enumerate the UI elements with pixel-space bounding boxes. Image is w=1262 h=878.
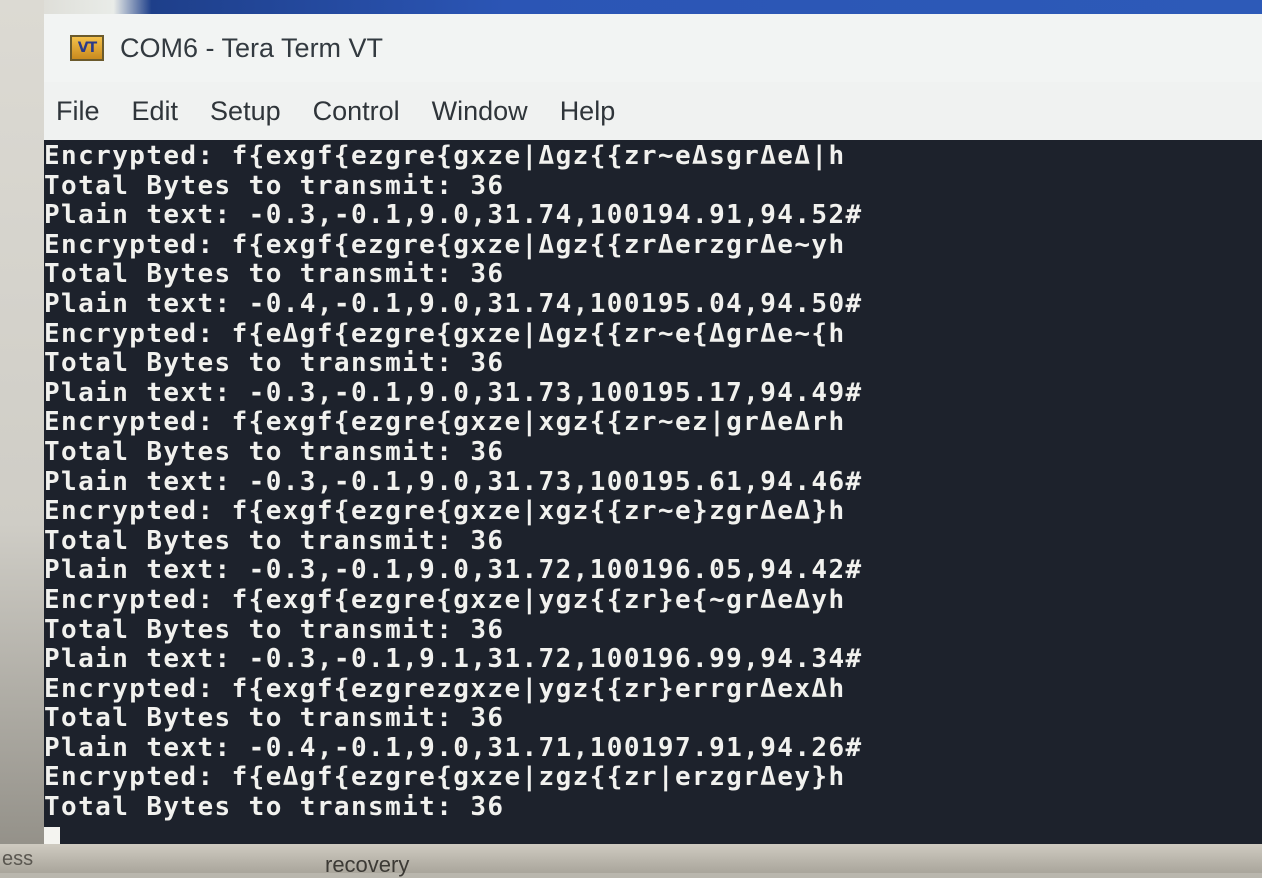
terminal-line: Total Bytes to transmit: 36 (44, 525, 505, 556)
background-text-fragment: ess (2, 848, 34, 870)
terminal-line: Total Bytes to transmit: 36 (44, 348, 505, 379)
menu-edit[interactable]: Edit (132, 96, 179, 127)
terminal-line: Encrypted: f{exgf{ezgre{gxze|Δgz{{zr~eΔs… (44, 141, 846, 171)
menu-control[interactable]: Control (313, 96, 400, 127)
text-cursor (44, 826, 60, 844)
window-title: COM6 - Tera Term VT (120, 32, 384, 63)
terminal-line: Encrypted: f{exgf{ezgre{gxze|ygz{{zr}e{~… (44, 584, 846, 615)
menu-setup[interactable]: Setup (210, 96, 281, 127)
terminal-line: Encrypted: f{eΔgf{ezgre{gxze|Δgz{{zr~e{Δ… (44, 318, 846, 349)
terminal-line: Plain text: -0.3,-0.1,9.0,31.73,100195.1… (44, 377, 863, 408)
terminal-prompt-line[interactable] (44, 823, 1262, 844)
teraterm-window: VT COM6 - Tera Term VT File Edit Setup C… (44, 14, 1262, 844)
terminal-line: Plain text: -0.3,-0.1,9.1,31.72,100196.9… (44, 644, 863, 675)
terminal-line: Total Bytes to transmit: 36 (44, 259, 505, 290)
terminal-line: Plain text: -0.3,-0.1,9.0,31.74,100194.9… (44, 200, 863, 231)
desktop-background-bottom (0, 844, 1262, 873)
teraterm-app-icon[interactable]: VT (70, 35, 104, 61)
terminal-line: Plain text: -0.4,-0.1,9.0,31.74,100195.0… (44, 288, 863, 319)
terminal-line: Total Bytes to transmit: 36 (44, 792, 505, 823)
desktop-background-left (0, 0, 44, 873)
terminal-line: Total Bytes to transmit: 36 (44, 614, 505, 645)
menu-file[interactable]: File (56, 96, 100, 127)
terminal-line: Total Bytes to transmit: 36 (44, 436, 505, 467)
terminal-line: Total Bytes to transmit: 36 (44, 703, 505, 734)
title-bar[interactable]: VT COM6 - Tera Term VT (44, 14, 1262, 82)
terminal-line: Encrypted: f{exgf{ezgrezgxze|ygz{{zr}err… (44, 673, 846, 704)
terminal-line: Encrypted: f{eΔgf{ezgre{gxze|zgz{{zr|erz… (44, 762, 846, 793)
terminal-line: Total Bytes to transmit: 36 (44, 170, 505, 201)
menu-bar: File Edit Setup Control Window Help (44, 82, 1262, 140)
terminal-line: Plain text: -0.3,-0.1,9.0,31.73,100195.6… (44, 466, 863, 497)
menu-window[interactable]: Window (432, 96, 528, 127)
menu-help[interactable]: Help (560, 96, 616, 127)
desktop-background-top (0, 0, 1262, 14)
terminal-line: Encrypted: f{exgf{ezgre{gxze|Δgz{{zrΔerz… (44, 229, 846, 260)
terminal-line: Plain text: -0.3,-0.1,9.0,31.72,100196.0… (44, 555, 863, 586)
terminal-line: Encrypted: f{exgf{ezgre{gxze|xgz{{zr~e}z… (44, 496, 846, 527)
terminal-line: Plain text: -0.4,-0.1,9.0,31.71,100197.9… (44, 732, 863, 763)
terminal-line: Encrypted: f{exgf{ezgre{gxze|xgz{{zr~ez|… (44, 407, 846, 438)
terminal-output[interactable]: Encrypted: f{exgf{ezgre{gxze|Δgz{{zr~eΔs… (44, 140, 1262, 844)
background-text-fragment: recovery (325, 852, 410, 877)
